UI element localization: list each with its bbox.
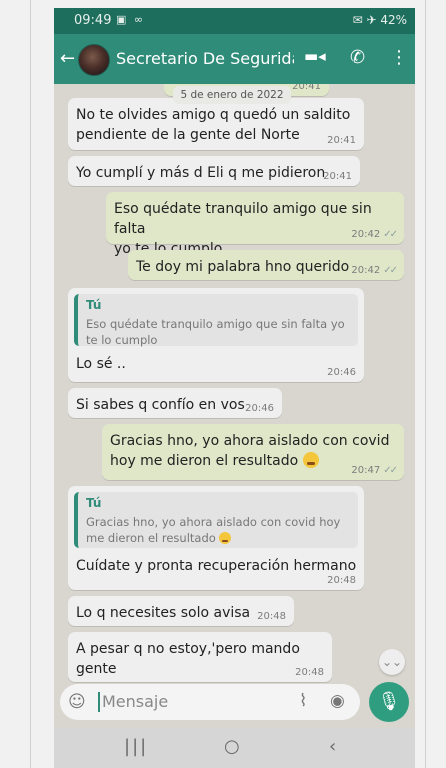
- status-time: 09:49: [74, 13, 112, 28]
- chat-area[interactable]: 20:41 No te olvides amigo q quedó un sal…: [54, 84, 415, 688]
- text-cursor: [98, 692, 100, 712]
- status-bar: 09:49 ▣ ∞ ✉ ✈ 42%: [54, 8, 415, 34]
- scroll-to-bottom-button[interactable]: ⌄⌄: [379, 649, 405, 675]
- message-incoming[interactable]: A pesar q no estoy,'pero mando gente 20:…: [68, 632, 332, 682]
- quoted-message[interactable]: Tú Eso quédate tranquilo amigo que sin f…: [74, 294, 358, 348]
- microphone-icon: 🎙: [377, 691, 401, 712]
- message-line: pendiente de la gente del Norte: [76, 127, 300, 143]
- quote-text: Gracias hno, yo ahora aislado con covid …: [86, 514, 340, 546]
- quote-line: me dieron el resultado: [86, 531, 216, 545]
- message-input-bar[interactable]: ☺ Mensaje ⌇ ◉: [60, 684, 360, 720]
- message-outgoing[interactable]: Te doy mi palabra hno querido 20:42 ✓✓: [128, 250, 404, 280]
- message-time: 20:42 ✓✓: [351, 229, 398, 240]
- back-nav-icon[interactable]: ‹: [329, 736, 336, 757]
- message-time: 20:46: [245, 403, 274, 414]
- page-border-left: [30, 0, 31, 768]
- double-check-icon: ✓✓: [383, 265, 398, 276]
- message-text: A pesar q no estoy,'pero mando gente: [76, 641, 300, 677]
- video-call-icon[interactable]: ▬◂: [304, 47, 326, 65]
- date-chip: 5 de enero de 2022: [173, 86, 291, 104]
- message-text: Cuídate y pronta recuperación hermano: [76, 558, 357, 574]
- double-check-icon: ✓✓: [383, 229, 398, 240]
- message-line: hoy me dieron el resultado: [110, 453, 299, 469]
- message-text: Lo q necesites solo avisa: [76, 605, 251, 621]
- quote-author: Tú: [86, 298, 102, 312]
- message-line: Eso quédate tranquilo amigo que sin falt…: [114, 201, 372, 237]
- message-text: Si sabes q confío en vos: [76, 397, 245, 413]
- message-time: 20:41: [292, 84, 321, 92]
- quote-line: Eso quédate tranquilo amigo que sin falt…: [86, 317, 345, 331]
- message-time: 20:48: [257, 611, 286, 622]
- message-outgoing[interactable]: Gracias hno, yo ahora aislado con covid …: [102, 424, 404, 480]
- message-time: 20:41: [327, 135, 356, 146]
- phone-screen: 09:49 ▣ ∞ ✉ ✈ 42% ← Secretario De Seguri…: [54, 8, 415, 768]
- message-reply[interactable]: Tú Gracias hno, yo ahora aislado con cov…: [68, 486, 364, 590]
- message-text: Lo sé ..: [76, 356, 126, 372]
- message-time: 20:46: [327, 367, 356, 378]
- time-text: 20:42: [351, 229, 381, 240]
- quote-line: te lo cumplo: [86, 333, 158, 347]
- message-reply[interactable]: Tú Eso quédate tranquilo amigo que sin f…: [68, 288, 364, 382]
- message-line: No te olvides amigo q quedó un saldito: [76, 107, 351, 123]
- message-outgoing[interactable]: Eso quédate tranquilo amigo que sin falt…: [106, 192, 404, 257]
- avatar[interactable]: [78, 44, 110, 76]
- contact-name[interactable]: Secretario De Segurida...: [116, 49, 294, 68]
- quote-text: Eso quédate tranquilo amigo que sin falt…: [86, 316, 345, 348]
- quote-author: Tú: [86, 496, 102, 510]
- message-time: 20:48: [295, 667, 324, 678]
- message-incoming[interactable]: Yo cumplí y más d Eli q me pidieron 20:4…: [68, 156, 360, 186]
- message-input[interactable]: Mensaje: [102, 692, 168, 711]
- chat-header: ← Secretario De Segurida... ▬◂ ✆ ⋮: [54, 34, 415, 84]
- home-icon[interactable]: ○: [224, 736, 240, 757]
- message-text: Te doy mi palabra hno querido: [136, 259, 350, 275]
- voice-call-icon[interactable]: ✆: [350, 47, 365, 68]
- menu-icon[interactable]: ⋮: [390, 47, 408, 68]
- back-arrow-icon[interactable]: ←: [60, 48, 75, 69]
- system-nav-bar: ||| ○ ‹: [54, 728, 415, 768]
- quoted-message[interactable]: Tú Gracias hno, yo ahora aislado con cov…: [74, 492, 358, 548]
- weary-face-emoji-icon: [219, 532, 232, 544]
- message-time: 20:42 ✓✓: [351, 265, 398, 276]
- emoji-icon[interactable]: ☺: [68, 692, 86, 712]
- message-time: 20:48: [327, 575, 356, 586]
- attach-icon[interactable]: ⌇: [299, 691, 307, 711]
- quote-line: Gracias hno, yo ahora aislado con covid …: [86, 515, 341, 529]
- message-line: Gracias hno, yo ahora aislado con covid: [110, 433, 390, 449]
- camera-icon[interactable]: ◉: [330, 691, 345, 711]
- time-text: 20:42: [351, 265, 381, 276]
- recent-apps-icon[interactable]: |||: [124, 736, 148, 757]
- weary-face-emoji-icon: [302, 452, 319, 468]
- message-time: 20:41: [323, 171, 352, 182]
- message-text: Yo cumplí y más d Eli q me pidieron: [76, 165, 326, 181]
- time-text: 20:47: [351, 465, 381, 476]
- message-incoming[interactable]: Lo q necesites solo avisa 20:48: [68, 596, 294, 626]
- status-battery: ✉ ✈ 42%: [352, 13, 407, 27]
- message-text: Gracias hno, yo ahora aislado con covid …: [110, 431, 389, 471]
- message-text: No te olvides amigo q quedó un saldito p…: [76, 105, 350, 145]
- status-notification-icons: ▣ ∞: [116, 13, 146, 26]
- page-border-right: [425, 0, 426, 768]
- message-incoming[interactable]: Si sabes q confío en vos 20:46: [68, 388, 282, 418]
- microphone-button[interactable]: 🎙: [369, 682, 409, 722]
- message-time: 20:47 ✓✓: [351, 465, 398, 476]
- message-incoming[interactable]: No te olvides amigo q quedó un saldito p…: [68, 98, 364, 150]
- double-check-icon: ✓✓: [383, 465, 398, 476]
